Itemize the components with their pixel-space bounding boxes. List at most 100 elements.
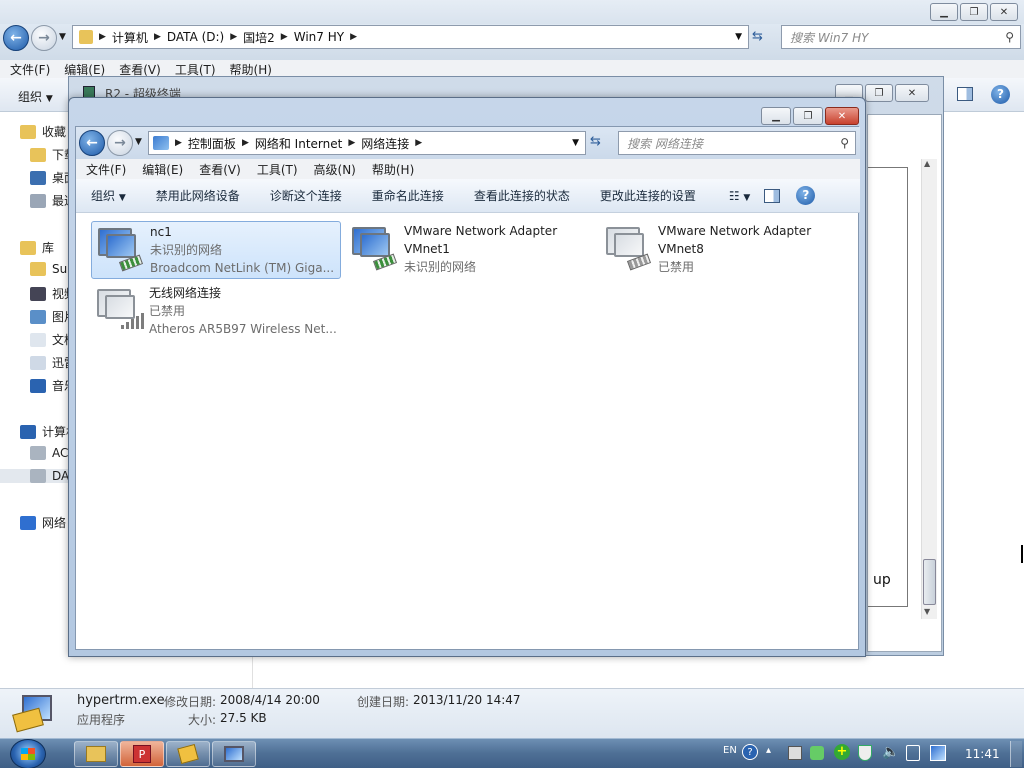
sidebar-item[interactable]: 库 (20, 239, 54, 256)
taskbar-explorer[interactable] (74, 741, 118, 767)
show-desktop-button[interactable] (1010, 741, 1022, 767)
sidebar-item[interactable]: 网络 (20, 514, 66, 531)
back-button[interactable]: ← (79, 130, 105, 156)
network-search-input[interactable]: 搜索 网络连接 ⚲ (618, 131, 856, 155)
terminal-scrollbar[interactable]: ▲ ▼ (921, 159, 937, 619)
chevron-right-icon: ▶ (230, 32, 238, 42)
document-icon (30, 332, 46, 347)
address-dropdown-icon[interactable]: ▼ (572, 138, 579, 148)
scroll-down-icon[interactable]: ▼ (924, 607, 930, 616)
network-tray-icon[interactable] (930, 745, 946, 761)
explorer-address-bar[interactable]: ▶ 计算机 ▶ DATA (D:) ▶ 国培2 ▶ Win7 HY ▶ ▼ (72, 25, 749, 49)
view-status-button[interactable]: 查看此连接的状态 (459, 187, 585, 204)
view-options-icon[interactable]: ☷ ▼ (711, 189, 757, 203)
help-icon[interactable]: ? (991, 85, 1010, 104)
refresh-icon[interactable]: ⇆ (752, 29, 774, 47)
maximize-button[interactable]: ❐ (960, 3, 988, 21)
menu-help[interactable]: 帮助(H) (364, 161, 422, 178)
menu-tools[interactable]: 工具(T) (168, 61, 223, 78)
taskbar-app3[interactable] (166, 741, 210, 767)
terminal-text: up (873, 572, 891, 588)
maximize-button[interactable]: ❐ (865, 84, 893, 102)
breadcrumb-control-panel[interactable]: 控制面板 (182, 135, 242, 152)
scrollbar-thumb[interactable] (923, 559, 936, 605)
menu-tools[interactable]: 工具(T) (249, 161, 306, 178)
star-icon (20, 124, 36, 139)
menu-view[interactable]: 查看(V) (112, 61, 168, 78)
breadcrumb-computer[interactable]: 计算机 (106, 29, 154, 46)
help-icon[interactable]: ? (742, 744, 758, 760)
connection-nc1[interactable]: nc1 未识别的网络 Broadcom NetLink (TM) Giga... (91, 221, 341, 279)
back-button[interactable]: ← (3, 25, 29, 51)
antivirus-icon[interactable]: + (834, 744, 850, 760)
connection-adapter: 未识别的网络 (404, 260, 477, 274)
change-settings-button[interactable]: 更改此连接的设置 (585, 187, 711, 204)
sidebar-item[interactable]: 收藏 (20, 123, 66, 140)
address-dropdown-icon[interactable]: ▼ (735, 32, 742, 42)
menu-view[interactable]: 查看(V) (191, 161, 249, 178)
chevron-right-icon: ▶ (415, 138, 423, 148)
close-button[interactable]: ✕ (825, 107, 859, 125)
explorer-search-input[interactable]: 搜索 Win7 HY ⚲ (781, 25, 1021, 49)
taskbar-powerpoint[interactable]: P (120, 741, 164, 767)
connection-vmnet1[interactable]: VMware Network Adapter VMnet1 未识别的网络 (346, 221, 596, 279)
volume-icon[interactable]: 🔈 (882, 744, 899, 760)
start-button[interactable] (10, 739, 46, 768)
tray-app-icon[interactable] (788, 746, 802, 760)
connection-vmnet8[interactable]: VMware Network Adapter VMnet8 已禁用 (600, 221, 850, 279)
recent-pages-icon[interactable]: ▼ (59, 32, 66, 42)
details-pane: hypertrm.exe 应用程序 修改日期: 2008/4/14 20:00 … (0, 688, 1024, 738)
nvidia-icon[interactable] (810, 746, 824, 760)
preview-pane-icon[interactable] (756, 188, 790, 203)
forward-button[interactable]: → (31, 25, 57, 51)
breadcrumb-network-internet[interactable]: 网络和 Internet (249, 135, 348, 152)
language-indicator[interactable]: EN (723, 745, 737, 756)
forward-button[interactable]: → (107, 130, 133, 156)
battery-icon[interactable] (906, 745, 920, 761)
menu-advanced[interactable]: 高级(N) (306, 161, 364, 178)
breadcrumb-guopei[interactable]: 国培2 (237, 29, 281, 46)
scroll-up-icon[interactable]: ▲ (924, 159, 930, 168)
menu-file[interactable]: 文件(F) (0, 61, 57, 78)
created-label: 创建日期: (357, 695, 410, 709)
close-button[interactable]: ✕ (895, 84, 929, 102)
caret-up-icon[interactable]: ▴ (766, 745, 771, 756)
breadcrumb-network-connections[interactable]: 网络连接 (355, 135, 415, 152)
disable-device-button[interactable]: 禁用此网络设备 (141, 187, 255, 204)
maximize-button[interactable]: ❐ (793, 107, 823, 125)
organize-button[interactable]: 组织 ▼ (76, 187, 141, 204)
refresh-icon[interactable]: ⇆ (590, 134, 612, 152)
menu-help[interactable]: 帮助(H) (223, 61, 279, 78)
thunder-icon (30, 355, 46, 370)
sidebar-item[interactable]: Sul (30, 262, 71, 276)
connection-name: VMware Network Adapter (404, 224, 558, 238)
connection-adapter: Broadcom NetLink (TM) Giga... (150, 261, 335, 275)
help-icon[interactable]: ? (790, 186, 821, 205)
organize-button[interactable]: 组织 ▼ (18, 88, 53, 105)
close-button[interactable]: ✕ (990, 3, 1018, 21)
breadcrumb-win7hy[interactable]: Win7 HY (288, 30, 350, 44)
menu-edit[interactable]: 编辑(E) (57, 61, 112, 78)
preview-pane-icon[interactable] (957, 87, 973, 101)
minimize-button[interactable]: ▁ (930, 3, 958, 21)
menu-edit[interactable]: 编辑(E) (134, 161, 191, 178)
terminal-area[interactable]: up ▲ ▼ (867, 114, 942, 652)
diagnose-button[interactable]: 诊断这个连接 (255, 187, 357, 204)
rename-button[interactable]: 重命名此连接 (357, 187, 459, 204)
taskbar-network[interactable] (212, 741, 256, 767)
network-caption-buttons: ▁ ❐ ✕ (761, 107, 859, 125)
connections-list: nc1 未识别的网络 Broadcom NetLink (TM) Giga...… (76, 213, 860, 651)
sidebar-item[interactable]: DA (0, 469, 70, 483)
menu-file[interactable]: 文件(F) (76, 161, 134, 178)
sidebar-item[interactable]: AC (30, 446, 68, 460)
clock[interactable]: 11:41 (965, 747, 1000, 761)
search-placeholder: 搜索 Win7 HY (790, 30, 869, 45)
search-icon[interactable]: ⚲ (1005, 30, 1014, 44)
minimize-button[interactable]: ▁ (761, 107, 791, 125)
shield-icon[interactable] (858, 745, 872, 761)
breadcrumb-data-drive[interactable]: DATA (D:) (161, 30, 230, 44)
connection-wireless[interactable]: 无线网络连接 已禁用 Atheros AR5B97 Wireless Net..… (91, 283, 341, 341)
network-address-bar[interactable]: ▶ 控制面板 ▶ 网络和 Internet ▶ 网络连接 ▶ ▼ (148, 131, 586, 155)
search-icon[interactable]: ⚲ (840, 136, 849, 150)
recent-pages-icon[interactable]: ▼ (135, 137, 142, 147)
